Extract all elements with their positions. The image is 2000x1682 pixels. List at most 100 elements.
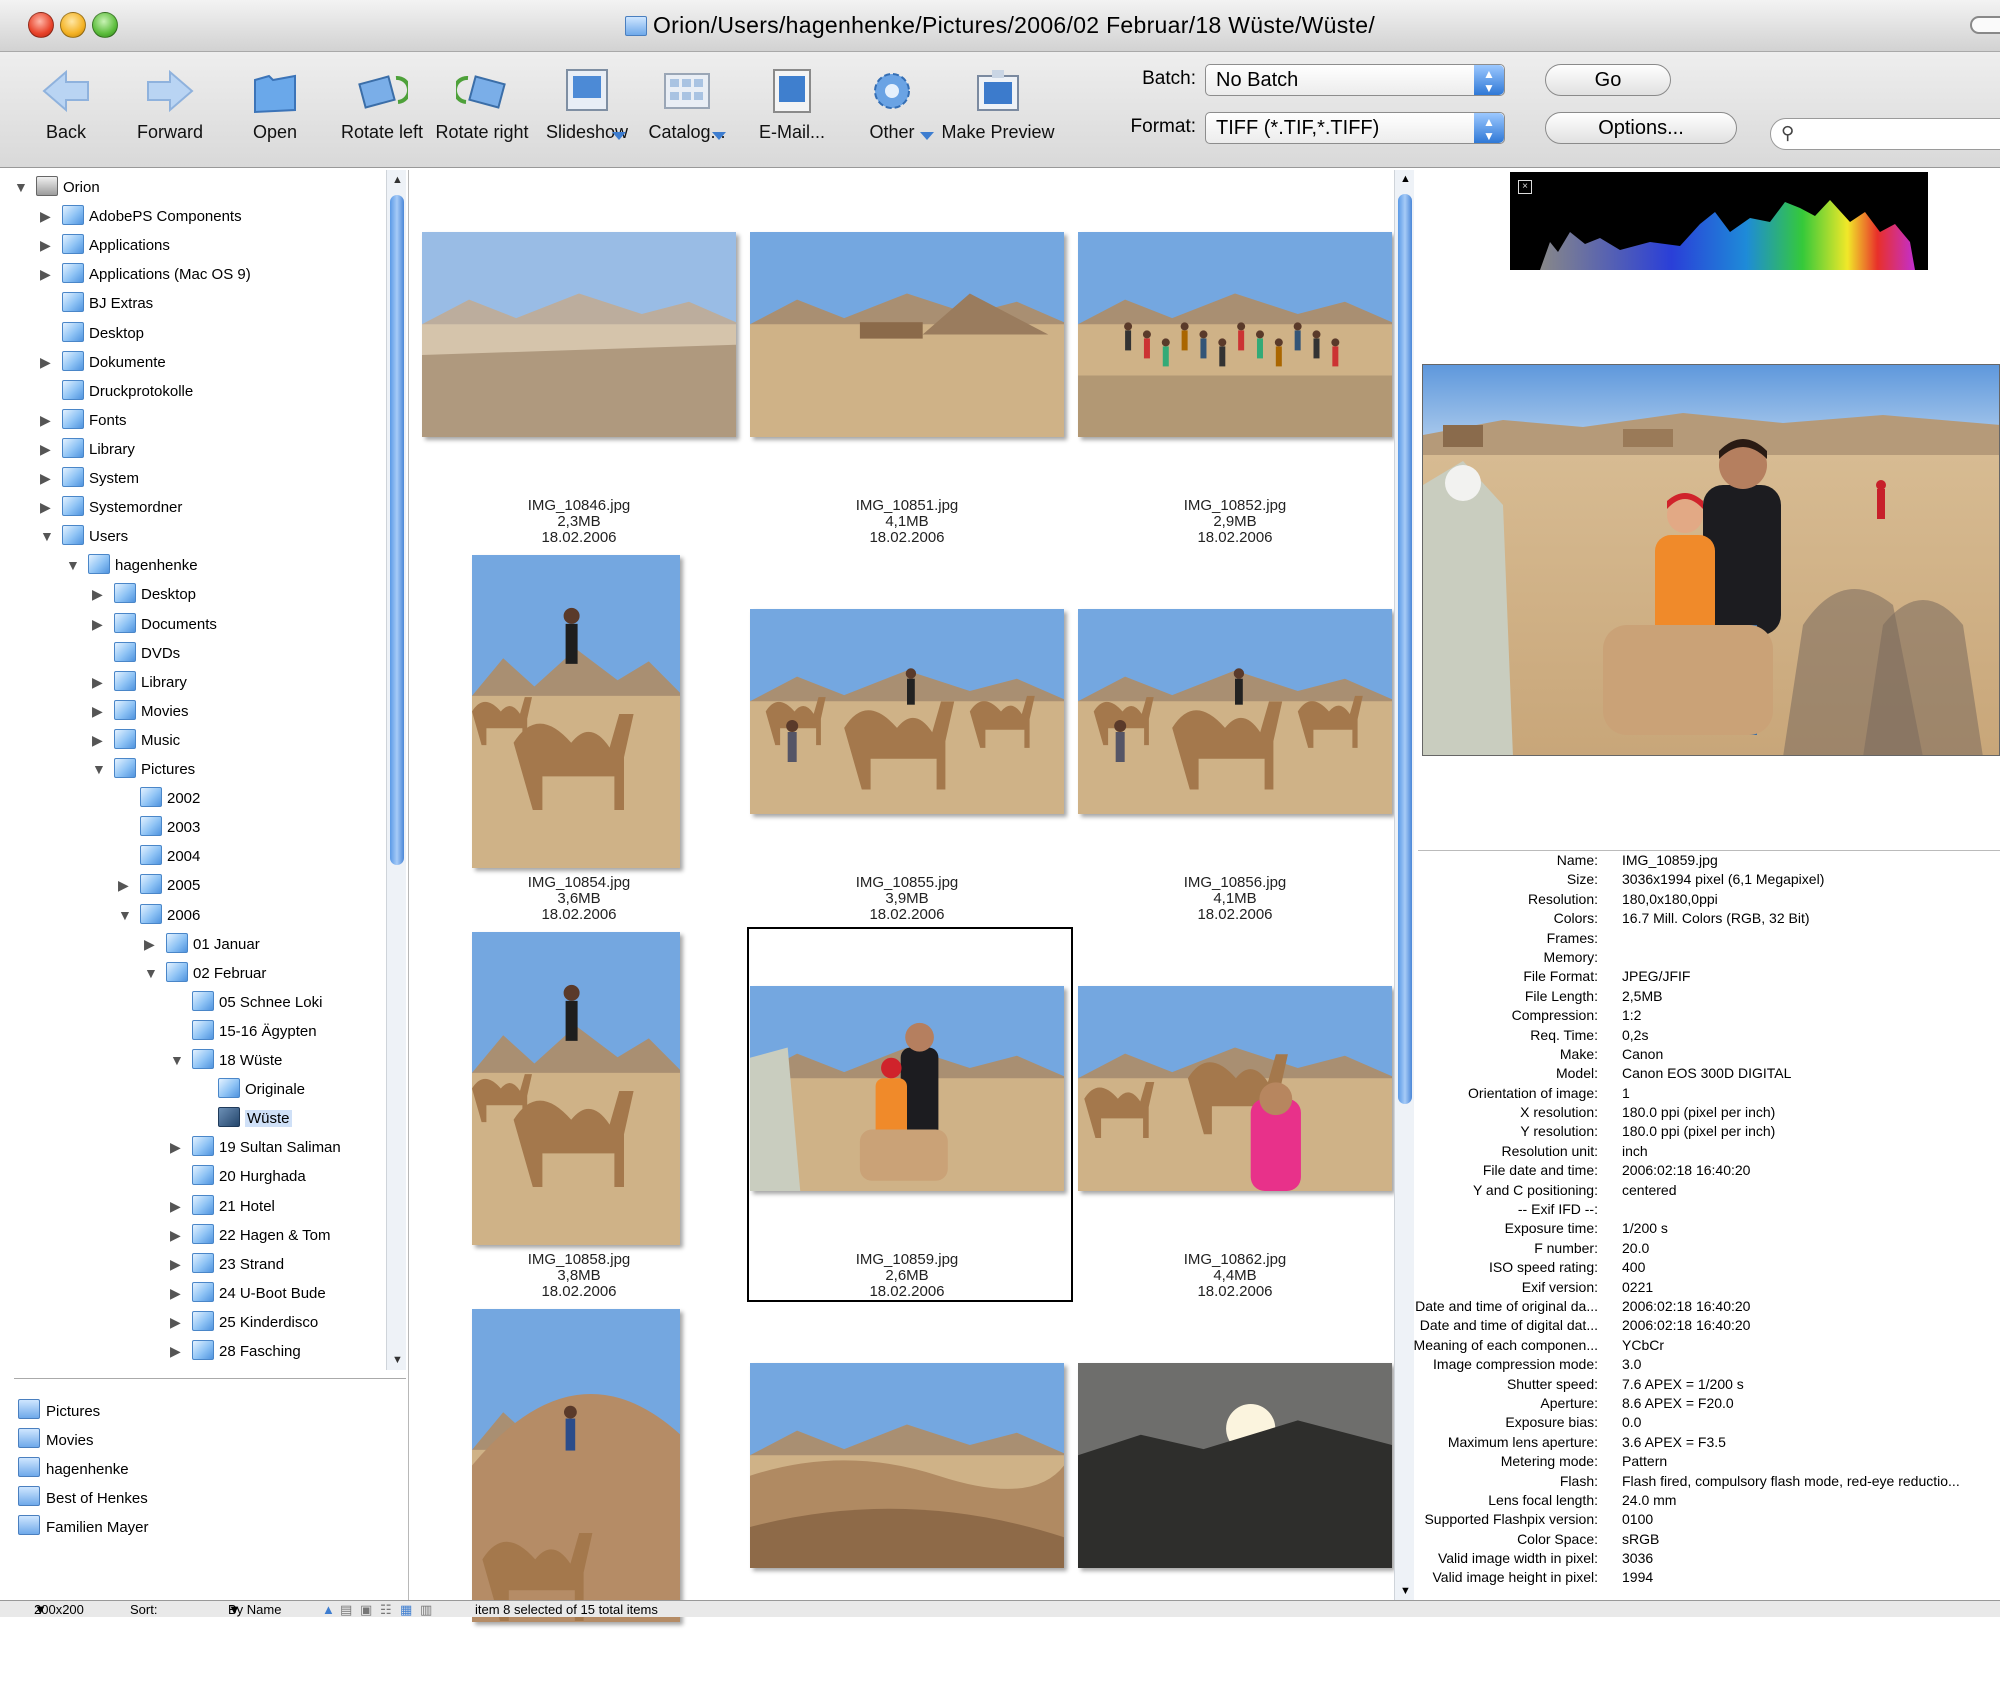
thumbnail-image[interactable]: [750, 986, 1064, 1191]
tree-item[interactable]: Originale: [218, 1078, 305, 1102]
tree-item[interactable]: 05 Schnee Loki: [192, 990, 322, 1015]
disclosure-collapsed-icon[interactable]: ▶: [40, 438, 54, 460]
tree-item[interactable]: ▶ Applications (Mac OS 9): [40, 263, 251, 287]
tree-item[interactable]: ▶ 22 Hagen & Tom: [170, 1223, 330, 1248]
tree-scroll-thumb[interactable]: [390, 195, 404, 865]
view-thumbnails-icon[interactable]: ▦: [400, 1601, 412, 1618]
tree-item[interactable]: ▼ 18 Wüste: [170, 1049, 282, 1073]
other-menu-arrow-icon[interactable]: [920, 132, 934, 140]
catalog-button[interactable]: Catalog...: [642, 66, 732, 143]
disclosure-collapsed-icon[interactable]: ▶: [92, 583, 106, 605]
scroll-up-arrow-icon[interactable]: ▲: [1400, 173, 1411, 185]
thumbnail-image[interactable]: [1078, 1363, 1392, 1568]
thumbnail-image[interactable]: [1078, 232, 1392, 437]
thumbnail-image[interactable]: [472, 1309, 680, 1622]
toolbar-toggle-button[interactable]: [1970, 16, 2000, 34]
tree-item[interactable]: ▶ 23 Strand: [170, 1252, 284, 1277]
thumbnail-cell[interactable]: IMG_10855.jpg 3,9MB 18.02.2006: [742, 553, 1072, 928]
slideshow-menu-arrow-icon[interactable]: [612, 132, 626, 140]
disclosure-collapsed-icon[interactable]: ▶: [144, 933, 158, 955]
tree-item[interactable]: ▶ Fonts: [40, 408, 127, 433]
rotate-left-button[interactable]: Rotate left: [332, 66, 432, 143]
disclosure-collapsed-icon[interactable]: ▶: [170, 1311, 184, 1333]
tree-item[interactable]: Desktop: [62, 321, 144, 346]
tree-item[interactable]: ▶ 19 Sultan Saliman: [170, 1136, 341, 1160]
options-button[interactable]: Options...: [1545, 112, 1737, 144]
tree-item[interactable]: ▶ AdobePS Components: [40, 205, 242, 229]
open-button[interactable]: Open: [245, 66, 305, 143]
sort-ascending-icon[interactable]: ▲: [322, 1601, 335, 1618]
disclosure-collapsed-icon[interactable]: ▶: [40, 234, 54, 256]
favorite-item[interactable]: Familien Mayer: [18, 1515, 149, 1536]
tree-item[interactable]: ▶ 24 U-Boot Bude: [170, 1281, 326, 1306]
tree-item[interactable]: ▶ 01 Januar: [144, 932, 260, 957]
thumbnail-image[interactable]: [750, 609, 1064, 814]
disclosure-expanded-icon[interactable]: ▼: [170, 1049, 184, 1071]
back-button[interactable]: Back: [36, 66, 96, 143]
thumbnail-cell[interactable]: IMG_10852.jpg 2,9MB 18.02.2006: [1070, 176, 1400, 551]
favorite-item[interactable]: Pictures: [18, 1399, 100, 1420]
tree-item[interactable]: 15-16 Ägypten: [192, 1019, 317, 1044]
forward-button[interactable]: Forward: [130, 66, 210, 143]
disclosure-expanded-icon[interactable]: ▼: [40, 525, 54, 547]
view-details-icon[interactable]: ☷: [380, 1601, 392, 1618]
tree-item[interactable]: ▶ Documents: [92, 612, 217, 637]
disclosure-collapsed-icon[interactable]: ▶: [92, 729, 106, 751]
tree-item[interactable]: ▼ hagenhenke: [66, 554, 198, 578]
disclosure-collapsed-icon[interactable]: ▶: [170, 1224, 184, 1246]
tree-item[interactable]: 2002: [140, 787, 200, 811]
tree-item[interactable]: DVDs: [114, 641, 180, 666]
tree-item[interactable]: 2004: [140, 845, 200, 869]
thumbnail-cell[interactable]: IMG_10851.jpg 4,1MB 18.02.2006: [742, 176, 1072, 551]
thumbnail-cell[interactable]: IMG_10856.jpg 4,1MB 18.02.2006: [1070, 553, 1400, 928]
thumbnail-image[interactable]: [472, 932, 680, 1245]
grid-scroll-thumb[interactable]: [1398, 194, 1412, 1104]
catalog-menu-arrow-icon[interactable]: [712, 132, 726, 140]
tree-item[interactable]: ▶ Desktop: [92, 583, 196, 607]
search-field[interactable]: ⚲: [1770, 118, 2000, 150]
thumbnail-cell[interactable]: [742, 1307, 1072, 1682]
disclosure-collapsed-icon[interactable]: ▶: [92, 613, 106, 635]
tree-item[interactable]: ▶ 28 Fasching: [170, 1340, 301, 1364]
tree-item[interactable]: BJ Extras: [62, 292, 153, 316]
tree-scrollbar[interactable]: ▲ ▼: [386, 170, 406, 1370]
thumbnail-cell[interactable]: [1070, 1307, 1400, 1682]
make-preview-button[interactable]: Make Preview: [938, 66, 1058, 143]
thumbnail-image[interactable]: [1078, 986, 1392, 1191]
tree-item[interactable]: ▶ Library: [92, 670, 187, 695]
disclosure-collapsed-icon[interactable]: ▶: [170, 1282, 184, 1304]
thumb-size-select[interactable]: 200x200 ▼: [34, 1601, 84, 1618]
tree-item[interactable]: ▶ System: [40, 467, 139, 491]
thumbnail-image[interactable]: [1078, 609, 1392, 814]
thumbnail-cell[interactable]: IMG_10862.jpg 4,4MB 18.02.2006: [1070, 930, 1400, 1305]
tree-item[interactable]: ▶ 25 Kinderdisco: [170, 1310, 318, 1335]
disclosure-collapsed-icon[interactable]: ▶: [40, 467, 54, 489]
thumbnail-image[interactable]: [422, 232, 736, 437]
tree-item[interactable]: 20 Hurghada: [192, 1165, 306, 1189]
tree-item[interactable]: ▶ Systemordner: [40, 496, 182, 520]
disclosure-collapsed-icon[interactable]: ▶: [40, 205, 54, 227]
favorite-item[interactable]: Best of Henkes: [18, 1486, 148, 1507]
tree-item[interactable]: ▼ 2006: [118, 903, 200, 928]
disclosure-expanded-icon[interactable]: ▼: [118, 904, 132, 926]
tree-item[interactable]: ▼ Pictures: [92, 758, 195, 782]
tree-item[interactable]: ▶ 2005: [118, 874, 200, 898]
tree-item[interactable]: ▶ Music: [92, 728, 180, 753]
tree-item[interactable]: ▶ Dokumente: [40, 350, 166, 375]
scroll-down-arrow-icon[interactable]: ▼: [1400, 1585, 1411, 1597]
tree-item[interactable]: ▶ Applications: [40, 234, 170, 258]
tree-item[interactable]: 2003: [140, 816, 200, 840]
grid-scrollbar[interactable]: ▲ ▼: [1394, 170, 1414, 1600]
tree-item[interactable]: ▶ 21 Hotel: [170, 1194, 275, 1219]
favorite-item[interactable]: Movies: [18, 1428, 94, 1449]
tree-item[interactable]: ▼ 02 Februar: [144, 961, 266, 986]
scroll-down-arrow-icon[interactable]: ▼: [392, 1354, 403, 1366]
disclosure-expanded-icon[interactable]: ▼: [92, 758, 106, 780]
tree-item[interactable]: ▼ Users: [40, 525, 128, 549]
thumbnail-image[interactable]: [472, 555, 680, 868]
thumbnail-cell[interactable]: IMG_10859.jpg 2,6MB 18.02.2006: [742, 927, 1073, 1305]
rotate-right-button[interactable]: Rotate right: [430, 66, 534, 143]
title-bar[interactable]: Orion/Users/hagenhenke/Pictures/2006/02 …: [0, 0, 2000, 52]
slideshow-button[interactable]: Slideshow: [542, 66, 632, 143]
tree-item[interactable]: Druckprotokolle: [62, 379, 193, 404]
